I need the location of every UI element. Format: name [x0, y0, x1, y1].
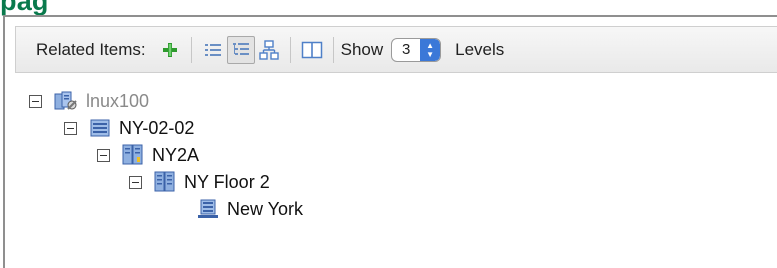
split-pane-icon	[301, 41, 322, 58]
collapse-toggle[interactable]	[29, 94, 42, 108]
tree-node[interactable]: New York	[185, 195, 303, 223]
toolbar-separator	[190, 36, 192, 63]
related-items-panel: Related Items: Show 3 ▲ ▼ Levels lnux100…	[3, 15, 777, 268]
server-config-icon	[54, 90, 78, 112]
cabinet-icon	[122, 144, 144, 166]
tree-node-label[interactable]: New York	[227, 199, 303, 220]
toolbar-separator	[289, 36, 291, 63]
tree-node[interactable]: lnux100	[29, 87, 149, 115]
floor-icon	[154, 171, 176, 193]
stepper-arrows[interactable]: ▲ ▼	[420, 38, 441, 61]
list-view-button[interactable]	[199, 36, 227, 64]
show-label: Show	[340, 39, 384, 59]
levels-stepper[interactable]: 3 ▲ ▼	[391, 37, 442, 62]
tree-node[interactable]: NY-02-02	[64, 114, 194, 142]
tree-node-label[interactable]: NY Floor 2	[184, 172, 270, 193]
related-items-toolbar: Related Items: Show 3 ▲ ▼ Levels	[15, 26, 777, 73]
related-items-label: Related Items:	[36, 39, 146, 59]
collapse-toggle[interactable]	[97, 148, 110, 162]
levels-value[interactable]: 3	[392, 41, 420, 58]
tree-node[interactable]: NY Floor 2	[129, 168, 270, 196]
tree-view-button[interactable]	[226, 35, 255, 64]
add-icon	[162, 42, 177, 57]
tree-node-label[interactable]: NY2A	[152, 145, 199, 166]
collapse-toggle[interactable]	[64, 121, 77, 135]
collapse-toggle[interactable]	[129, 175, 142, 189]
tree-node-label[interactable]: lnux100	[86, 91, 149, 112]
tree-node-label[interactable]: NY-02-02	[119, 118, 194, 139]
tree-node[interactable]: NY2A	[97, 141, 199, 169]
hierarchy-icon	[258, 39, 279, 60]
add-related-item-button[interactable]	[156, 36, 184, 64]
list-view-icon	[204, 43, 221, 56]
rack-icon	[89, 118, 111, 138]
chevron-down-icon[interactable]: ▼	[426, 50, 434, 59]
location-icon	[197, 198, 219, 220]
split-view-button[interactable]	[298, 36, 326, 64]
levels-label: Levels	[455, 39, 505, 59]
hierarchy-view-button[interactable]	[255, 36, 283, 64]
tree-view-icon	[232, 42, 249, 55]
toolbar-separator	[332, 36, 334, 63]
chevron-up-icon[interactable]: ▲	[426, 41, 434, 50]
